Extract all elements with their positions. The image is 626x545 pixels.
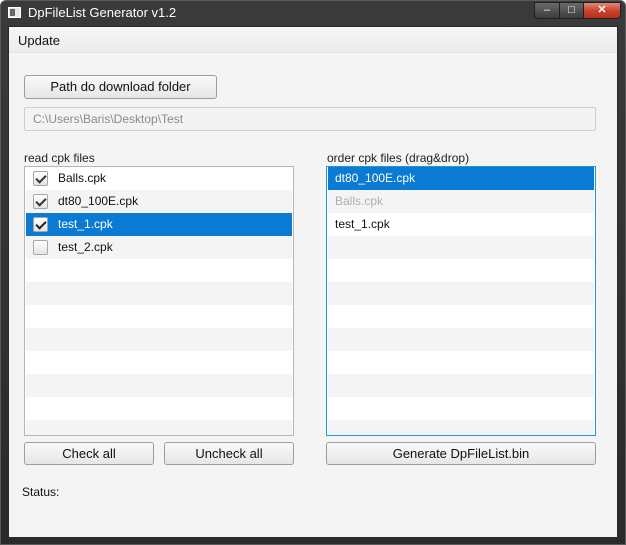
read-cpk-label: read cpk files [24, 151, 95, 165]
empty-row [26, 328, 292, 351]
list-item[interactable]: test_1.cpk [328, 213, 594, 236]
empty-row [26, 282, 292, 305]
empty-row [328, 236, 594, 259]
empty-row [26, 374, 292, 397]
empty-row [26, 420, 292, 435]
status-label: Status: [22, 485, 60, 499]
list-item[interactable]: dt80_100E.cpk [328, 167, 594, 190]
empty-row [328, 374, 594, 397]
app-window-icon [8, 7, 21, 18]
close-icon: ✕ [597, 4, 607, 16]
empty-row [328, 305, 594, 328]
minimize-button[interactable]: – [534, 2, 560, 19]
list-item[interactable]: Balls.cpk [328, 190, 594, 213]
list-item[interactable]: test_1.cpk [26, 213, 292, 236]
checkbox[interactable] [33, 240, 48, 255]
empty-row [26, 305, 292, 328]
list-item-label: test_1.cpk [58, 217, 113, 231]
empty-row [26, 259, 292, 282]
empty-row [328, 328, 594, 351]
title-bar[interactable]: DpFileList Generator v1.2 – □ ✕ [1, 1, 625, 25]
checkbox[interactable] [33, 217, 48, 232]
list-item-label: Balls.cpk [58, 171, 107, 185]
list-item[interactable]: test_2.cpk [26, 236, 292, 259]
app-window: DpFileList Generator v1.2 – □ ✕ Update P… [0, 0, 626, 545]
maximize-icon: □ [568, 4, 575, 16]
empty-row [328, 397, 594, 420]
list-item-label: dt80_100E.cpk [335, 171, 416, 185]
order-cpk-list[interactable]: dt80_100E.cpk Balls.cpk test_1.cpk [326, 166, 596, 436]
generate-button[interactable]: Generate DpFileList.bin [326, 442, 596, 465]
maximize-button[interactable]: □ [559, 2, 584, 19]
uncheck-all-button[interactable]: Uncheck all [164, 442, 294, 465]
path-download-folder-button[interactable]: Path do download folder [24, 75, 217, 99]
list-item[interactable]: dt80_100E.cpk [26, 190, 292, 213]
close-button[interactable]: ✕ [583, 2, 621, 19]
read-cpk-list[interactable]: Balls.cpk dt80_100E.cpk test_1.cpk test_… [24, 166, 294, 436]
list-item-label: test_2.cpk [58, 240, 113, 254]
empty-row [328, 259, 594, 282]
checkbox[interactable] [33, 171, 48, 186]
order-cpk-label: order cpk files (drag&drop) [327, 151, 470, 165]
empty-row [26, 397, 292, 420]
empty-row [328, 420, 594, 435]
path-field[interactable]: C:\Users\Baris\Desktop\Test [24, 107, 596, 131]
menu-bar: Update [9, 27, 617, 53]
list-item-label: test_1.cpk [335, 217, 390, 231]
check-all-button[interactable]: Check all [24, 442, 154, 465]
list-item-label: dt80_100E.cpk [58, 194, 139, 208]
menu-item-update[interactable]: Update [18, 33, 60, 48]
empty-row [26, 351, 292, 374]
list-item[interactable]: Balls.cpk [26, 167, 292, 190]
checkbox[interactable] [33, 194, 48, 209]
window-title: DpFileList Generator v1.2 [28, 5, 177, 20]
list-item-label: Balls.cpk [335, 194, 384, 208]
client-area: Update Path do download folder C:\Users\… [8, 26, 618, 538]
empty-row [328, 282, 594, 305]
empty-row [328, 351, 594, 374]
minimize-icon: – [543, 4, 551, 16]
